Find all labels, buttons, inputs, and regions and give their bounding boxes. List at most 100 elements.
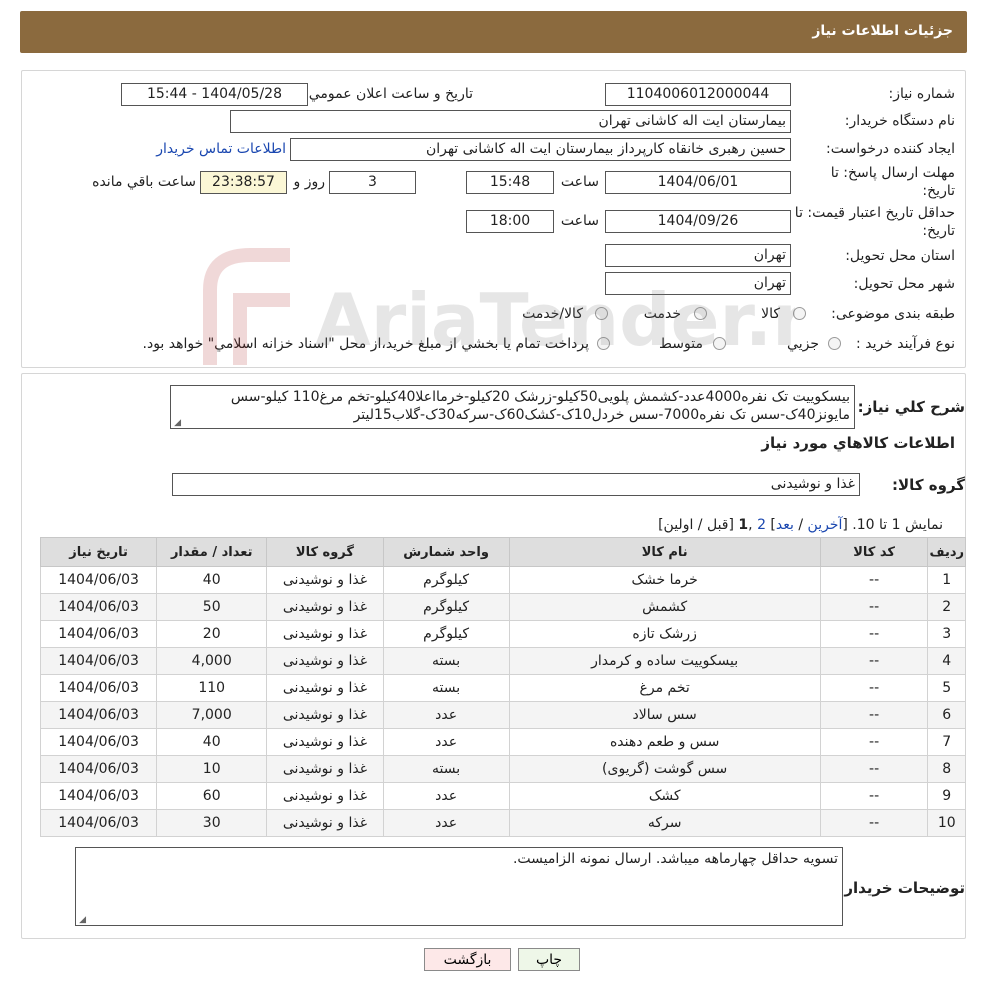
resize-grip-icon[interactable]: ◢ <box>173 419 181 428</box>
province-field[interactable]: تهران <box>605 244 791 267</box>
category-option-goods: کالا <box>761 306 780 322</box>
validity-label: حداقل تاريخ اعتبار قيمت: تا <box>794 205 955 221</box>
goods-code-cell: -- <box>819 593 929 621</box>
table-row[interactable]: 9 -- کشک عدد غذا و نوشیدنی 60 1404/06/03 <box>39 782 966 810</box>
validity-date-field[interactable]: 1404/09/26 <box>605 210 791 233</box>
validity-label-date: تاريخ: <box>922 223 955 239</box>
need-date-cell: 1404/06/03 <box>39 728 158 756</box>
goods-name-cell: خرما خشک <box>508 566 821 594</box>
remaining-label: ساعت باقي مانده <box>92 174 196 190</box>
goods-group-cell: غذا و نوشیدنی <box>266 593 384 621</box>
deadline-time-label: ساعت <box>560 174 599 190</box>
goods-group-cell: غذا و نوشیدنی <box>266 755 384 783</box>
need-details-panel: شرح کلي نياز: بیسکوییت تک نفره4000عدد-کش… <box>21 373 966 939</box>
col-header-need-date: تاريخ نياز <box>39 537 158 567</box>
row-number-cell: 8 <box>927 755 966 783</box>
col-header-goods-code: کد کالا <box>819 537 929 567</box>
process-option-medium: متوسط <box>659 336 703 352</box>
col-header-goods-group: گروه کالا <box>266 537 384 567</box>
col-header-goods-name: نام کالا <box>508 537 821 567</box>
unit-cell: بسته <box>382 674 510 702</box>
row-number-cell: 10 <box>927 809 966 837</box>
page-title: جزئیات اطلاعات نیاز <box>812 23 953 39</box>
category-radio-goods-service[interactable] <box>595 307 608 320</box>
print-button[interactable]: چاپ <box>518 948 580 971</box>
goods-table-body: 1 -- خرما خشک کیلوگرم غذا و نوشیدنی 40 1404/06… <box>39 566 966 837</box>
table-row[interactable]: 3 -- زرشک تازه کیلوگرم غذا و نوشیدنی 20 1404/0… <box>39 620 966 648</box>
category-radio-service[interactable] <box>694 307 707 320</box>
city-field[interactable]: تهران <box>605 272 791 295</box>
quantity-cell: 40 <box>156 728 268 756</box>
back-button[interactable]: بازگشت <box>424 948 511 971</box>
deadline-time-field[interactable]: 15:48 <box>466 171 554 194</box>
goods-name-cell: تخم مرغ <box>508 674 821 702</box>
quantity-cell: 60 <box>156 782 268 810</box>
goods-group-cell: غذا و نوشیدنی <box>266 782 384 810</box>
buyer-notes-textarea[interactable]: تسویه حداقل چهارماهه میباشد. ارسال نمونه… <box>75 847 843 926</box>
process-checkbox-treasury[interactable] <box>597 337 610 350</box>
table-row[interactable]: 5 -- تخم مرغ بسته غذا و نوشیدنی 110 1404/06/03 <box>39 674 966 702</box>
quantity-cell: 30 <box>156 809 268 837</box>
pagination: نمايش 1 تا 10. [آخرين / بعد] 2 ,1 [قبل /… <box>658 517 943 533</box>
buyer-org-field[interactable]: بیمارستان ایت اله کاشانی تهران <box>230 110 791 133</box>
category-radio-goods[interactable] <box>793 307 806 320</box>
validity-time-field[interactable]: 18:00 <box>466 210 554 233</box>
province-label: استان محل تحويل: <box>845 248 955 264</box>
remaining-time-field: 23:38:57 <box>200 171 287 194</box>
row-number-cell: 5 <box>927 674 966 702</box>
process-label: نوع فرآيند خريد : <box>856 336 955 352</box>
table-row[interactable]: 2 -- کشمش کیلوگرم غذا و نوشیدنی 50 1404/06/03 <box>39 593 966 621</box>
need-date-cell: 1404/06/03 <box>39 620 158 648</box>
need-date-cell: 1404/06/03 <box>39 674 158 702</box>
goods-info-title: اطلاعات کالاهاي مورد نياز <box>761 434 955 452</box>
goods-group-label: گروه کالا: <box>892 476 965 494</box>
goods-name-cell: سس و طعم دهنده <box>508 728 821 756</box>
announce-field[interactable]: 1404/05/28 - 15:44 <box>121 83 308 106</box>
pagination-current: 1 <box>738 517 749 533</box>
process-radio-minor[interactable] <box>828 337 841 350</box>
quantity-cell: 40 <box>156 566 268 594</box>
notes-resize-grip-icon[interactable]: ◢ <box>78 916 86 925</box>
buyer-notes-label: توضيحات خريدار: <box>838 879 965 897</box>
category-option-goods-service: کالا/خدمت <box>522 306 583 322</box>
buyer-org-label: نام دستگاه خريدار: <box>844 113 955 129</box>
table-row[interactable]: 6 -- سس سالاد عدد غذا و نوشیدنی 7,000 1404/06/… <box>39 701 966 729</box>
pagination-prev-first: قبل / اولين <box>663 517 729 533</box>
need-date-cell: 1404/06/03 <box>39 782 158 810</box>
goods-table: رديف کد کالا نام کالا واحد شمارش گروه کا… <box>39 537 966 837</box>
pagination-page-2[interactable]: 2 <box>757 517 766 533</box>
goods-group-cell: غذا و نوشیدنی <box>266 674 384 702</box>
goods-group-cell: غذا و نوشیدنی <box>266 728 384 756</box>
goods-name-cell: بیسکوییت ساده و کرمدار <box>508 647 821 675</box>
goods-code-cell: -- <box>819 674 929 702</box>
table-row[interactable]: 7 -- سس و طعم دهنده عدد غذا و نوشیدنی 40 1404/… <box>39 728 966 756</box>
table-row[interactable]: 10 -- سرکه عدد غذا و نوشیدنی 30 1404/06/03 <box>39 809 966 837</box>
requester-label: ايجاد کننده درخواست: <box>826 141 955 157</box>
unit-cell: کیلوگرم <box>382 620 510 648</box>
requester-field[interactable]: حسین رهبری خانقاه کارپرداز بیمارستان ایت… <box>290 138 791 161</box>
pagination-next[interactable]: بعد <box>776 517 794 533</box>
pagination-last[interactable]: آخرين <box>808 517 843 533</box>
process-note: پرداخت تمام يا بخشي از مبلغ خريد،از محل … <box>142 336 589 352</box>
row-number-cell: 4 <box>927 647 966 675</box>
goods-name-cell: کشمش <box>508 593 821 621</box>
unit-cell: عدد <box>382 728 510 756</box>
buyer-contact-link[interactable]: اطلاعات تماس خريدار <box>156 141 286 157</box>
table-row[interactable]: 8 -- سس گوشت (گریوی) بسته غذا و نوشیدنی 10 140… <box>39 755 966 783</box>
deadline-date-field[interactable]: 1404/06/01 <box>605 171 791 194</box>
need-date-cell: 1404/06/03 <box>39 593 158 621</box>
goods-code-cell: -- <box>819 647 929 675</box>
quantity-cell: 10 <box>156 755 268 783</box>
need-number-field[interactable]: 1104006012000044 <box>605 83 791 106</box>
unit-cell: عدد <box>382 809 510 837</box>
days-field[interactable]: 3 <box>329 171 416 194</box>
table-row[interactable]: 1 -- خرما خشک کیلوگرم غذا و نوشیدنی 40 1404/06… <box>39 566 966 594</box>
goods-group-field[interactable]: غذا و نوشیدنی <box>172 473 860 496</box>
summary-textarea[interactable]: بیسکوییت تک نفره4000عدد-کشمش پلویی50کیلو… <box>170 385 855 429</box>
process-radio-medium[interactable] <box>713 337 726 350</box>
table-row[interactable]: 4 -- بیسکوییت ساده و کرمدار بسته غذا و نوشید… <box>39 647 966 675</box>
announce-label: تاريخ و ساعت اعلان عمومي: <box>304 86 473 102</box>
page-header: جزئیات اطلاعات نیاز <box>20 11 967 53</box>
category-option-service: خدمت <box>643 306 681 322</box>
category-label: طبقه بندی موضوعی: <box>831 306 955 322</box>
